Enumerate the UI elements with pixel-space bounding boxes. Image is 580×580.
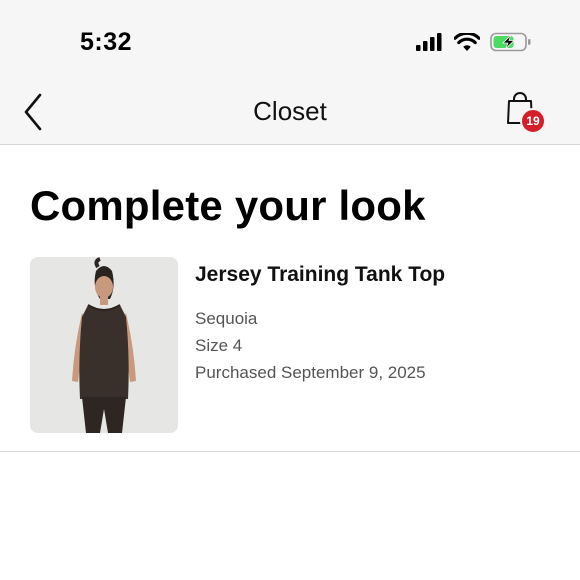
wifi-icon [453,31,481,57]
product-size: Size 4 [195,336,243,355]
section-heading: Complete your look [30,182,426,229]
battery-charging-icon [490,32,532,57]
product-color: Sequoia [195,309,258,328]
signal-icon [416,33,444,56]
nav-bar: Closet 19 [0,78,580,145]
status-icons [416,31,532,57]
status-time: 5:32 [80,28,133,56]
page-title: Closet [253,96,327,126]
product-name: Jersey Training Tank Top [195,263,446,286]
status-bar: 5:32 [0,0,580,78]
product-image [30,257,178,433]
shopping-bag-button[interactable]: 19 [506,92,546,134]
product-card[interactable]: Jersey Training Tank Top Sequoia Size 4 … [30,257,550,435]
divider [0,451,580,452]
cart-count-badge: 19 [520,108,546,134]
purchase-date: Purchased September 9, 2025 [195,363,426,382]
